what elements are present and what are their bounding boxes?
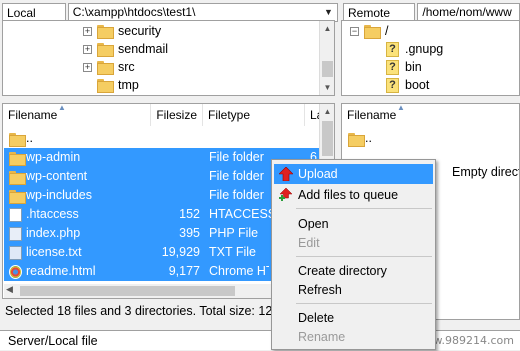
file-name: readme.html [26,264,96,278]
chevron-down-icon[interactable]: ▼ [321,5,336,20]
file-type: TXT File [209,245,256,259]
empty-directory-message: Empty directory [452,165,519,179]
tree-item[interactable]: tmp [97,76,139,94]
menu-separator [296,303,432,304]
remote-directory-tree: − / ? .gnupg ? bin ? boot [341,20,520,96]
folder-icon [9,190,26,204]
file-size: 9,177 [168,264,200,278]
expand-icon[interactable]: + [83,26,92,36]
tree-item[interactable]: + security [83,22,161,40]
column-header-filetype[interactable]: Filetype [203,104,305,126]
tree-item[interactable]: ? .gnupg [386,40,443,58]
tree-item[interactable]: + sendmail [83,40,168,58]
folder-icon [364,25,381,39]
column-header-filename[interactable]: Filename ▲ [3,104,151,126]
add-to-queue-icon [279,188,293,201]
tree-item-label: security [118,24,162,38]
menu-item-refresh[interactable]: Refresh [274,280,433,300]
scroll-thumb[interactable] [322,61,333,77]
list-item[interactable]: .. [4,129,322,148]
unknown-folder-icon: ? [386,59,399,75]
column-header-filename[interactable]: Filename ▲ [342,103,519,126]
scroll-left-icon[interactable]: ◀ [6,284,13,295]
list-item[interactable]: .. [343,129,519,148]
folder-icon [348,133,365,147]
local-site-label: Local site: [2,2,66,34]
unknown-folder-icon: ? [386,41,399,57]
upload-arrow-icon [279,167,293,181]
tree-item-label: bin [405,60,422,74]
file-name: index.php [26,226,81,240]
chrome-icon [9,265,22,279]
local-tree-scrollbar[interactable]: ▲ ▼ [319,21,334,95]
sort-ascending-icon: ▲ [58,103,66,112]
file-type: File folder [209,188,264,202]
file-type: HTACCESS [209,207,277,221]
menu-item-add-to-queue[interactable]: Add files to queue [274,185,433,205]
folder-icon [9,152,26,166]
unknown-folder-icon: ? [386,77,399,93]
tree-item-label: .gnupg [405,42,444,56]
file-size: 395 [179,226,200,240]
scroll-thumb[interactable] [20,286,235,296]
column-header-filesize[interactable]: Filesize [151,104,203,126]
file-name: .. [365,131,372,145]
file-size: 19,929 [161,245,200,259]
menu-item-rename: Rename [298,330,346,344]
tree-item-label: boot [405,78,430,92]
local-site-path-text: C:\xampp\htdocs\test1\ [72,4,196,19]
tree-item-label: src [118,60,135,74]
file-type: Chrome HT [209,264,269,278]
tree-item-label: tmp [118,78,139,92]
folder-icon [97,61,114,75]
file-icon [9,208,22,222]
file-name: wp-includes [26,188,93,202]
remote-site-path-text: /home/nom/www [422,4,512,19]
remote-site-label: Remote site: [343,2,416,34]
menu-item-open[interactable]: Open [274,214,433,234]
file-name: wp-admin [26,150,81,164]
local-site-path-input[interactable]: C:\xampp\htdocs\test1\ ▼ [67,2,338,22]
tree-item[interactable]: + src [83,58,135,76]
folder-icon [97,25,114,39]
menu-separator [296,208,432,209]
tree-item-label: sendmail [118,42,169,56]
folder-icon [97,79,114,93]
file-name: .htaccess [26,207,79,221]
menu-item-delete[interactable]: Delete [274,308,433,328]
menu-item-create-directory[interactable]: Create directory [274,261,433,281]
tree-item[interactable]: ? boot [386,76,429,94]
tree-item[interactable]: − / [350,22,388,40]
file-type: PHP File [209,226,259,240]
tree-item[interactable]: ? bin [386,58,422,76]
scroll-up-icon[interactable]: ▲ [320,104,334,119]
menu-item-upload[interactable]: Upload [274,164,433,184]
tree-item-label: / [385,24,389,38]
remote-site-path-input[interactable]: /home/nom/www [417,2,520,22]
file-name: license.txt [26,245,82,259]
sort-ascending-icon: ▲ [397,103,405,112]
folder-icon [97,43,114,57]
menu-separator [296,256,432,257]
menu-item-edit: Edit [298,236,320,250]
file-size: 152 [179,207,200,221]
file-name: wp-content [26,169,88,183]
php-file-icon [9,227,22,241]
collapse-icon[interactable]: − [350,26,359,36]
file-type: File folder [209,150,264,164]
file-name: .. [26,131,33,145]
expand-icon[interactable]: + [83,62,92,72]
file-type: File folder [209,169,264,183]
folder-icon [9,133,26,147]
text-file-icon [9,246,22,260]
scroll-thumb[interactable] [322,121,333,156]
scroll-down-icon[interactable]: ▼ [320,80,334,95]
expand-icon[interactable]: + [83,44,92,54]
folder-icon [9,171,26,185]
local-directory-tree: + security + sendmail + src tmp ▲ ▼ [2,20,335,96]
scroll-up-icon[interactable]: ▲ [320,21,334,36]
context-menu: Upload Add files to queue Open Edit Crea… [271,159,436,350]
